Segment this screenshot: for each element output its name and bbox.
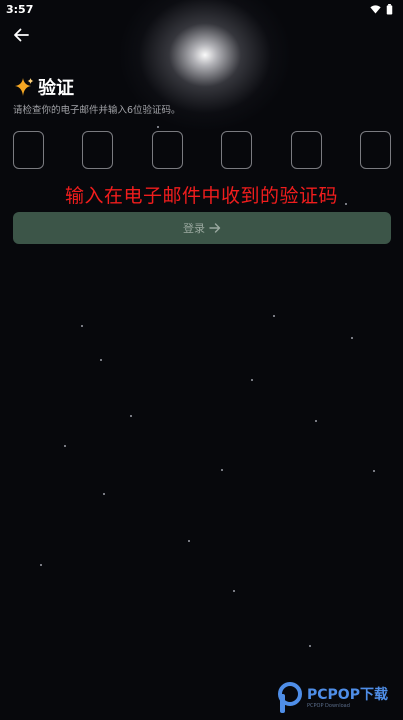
watermark: PCPOP下载 PCPOP Download bbox=[277, 682, 388, 714]
back-button[interactable] bbox=[11, 25, 33, 45]
star bbox=[233, 590, 235, 592]
code-digit-input[interactable] bbox=[290, 131, 322, 169]
star bbox=[309, 645, 311, 647]
battery-icon bbox=[386, 3, 393, 15]
star bbox=[188, 540, 190, 542]
code-digit-input[interactable] bbox=[13, 131, 44, 169]
star bbox=[64, 445, 66, 447]
watermark-tagline: PCPOP Download bbox=[307, 702, 350, 709]
arrow-right-icon bbox=[209, 223, 221, 233]
login-button-label: 登录 bbox=[183, 222, 205, 235]
wifi-icon bbox=[370, 4, 381, 14]
instruction-text: 请检查你的电子邮件并输入6位验证码。 bbox=[13, 105, 181, 116]
star bbox=[273, 315, 275, 317]
star bbox=[351, 337, 353, 339]
code-digit-input[interactable] bbox=[221, 131, 253, 169]
watermark-brand: PCPOP下载 bbox=[307, 686, 388, 703]
star bbox=[157, 126, 159, 128]
page-title: 验证 bbox=[38, 78, 74, 99]
star bbox=[251, 379, 253, 381]
star bbox=[130, 415, 132, 417]
login-button[interactable]: 登录 bbox=[13, 212, 391, 244]
star bbox=[373, 470, 375, 472]
code-digit-input[interactable] bbox=[359, 131, 391, 169]
verification-code-inputs bbox=[13, 131, 391, 169]
pcpop-logo-icon bbox=[278, 682, 302, 713]
annotation-caption: 输入在电子邮件中收到的验证码 bbox=[64, 185, 338, 207]
status-bar: 3:57 bbox=[0, 0, 403, 18]
code-digit-input[interactable] bbox=[151, 131, 183, 169]
star bbox=[40, 564, 42, 566]
star bbox=[221, 469, 223, 471]
page-header: 验证 bbox=[13, 74, 74, 100]
star bbox=[103, 493, 105, 495]
star bbox=[81, 325, 83, 327]
star bbox=[100, 359, 102, 361]
status-icons bbox=[370, 3, 393, 15]
arrow-left-icon bbox=[14, 28, 29, 42]
sparkle-icon bbox=[15, 78, 34, 96]
code-digit-input[interactable] bbox=[82, 131, 114, 169]
status-time: 3:57 bbox=[6, 2, 34, 16]
star bbox=[315, 420, 317, 422]
